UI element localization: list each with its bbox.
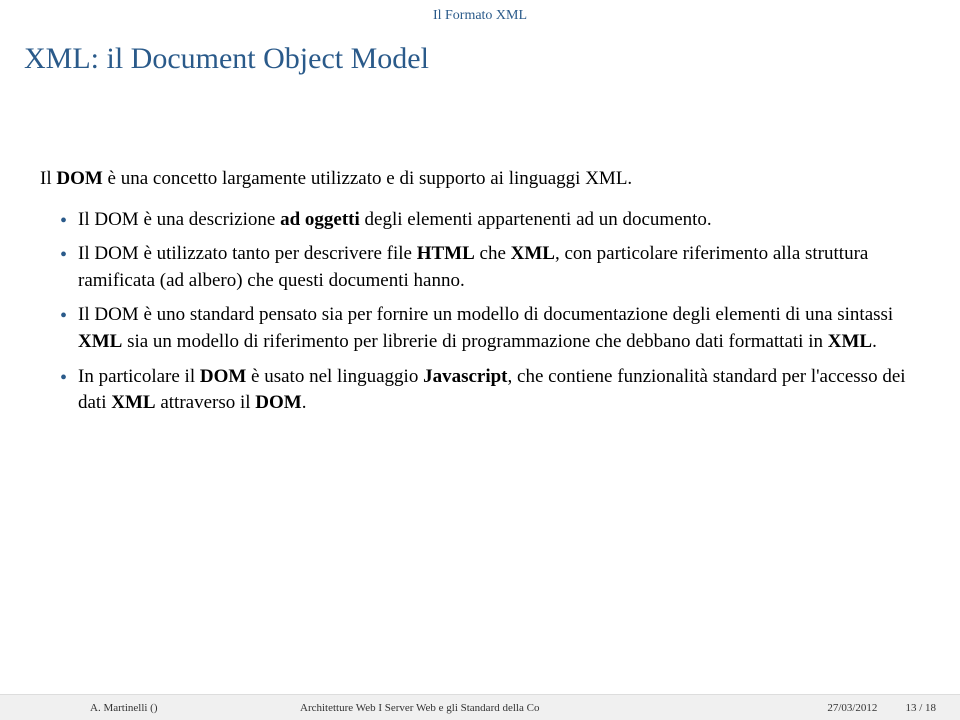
bullet-bold-text: XML xyxy=(828,331,872,352)
footer: A. Martinelli () Architetture Web I Serv… xyxy=(0,694,960,720)
bullet-bold-text: XML xyxy=(78,331,122,352)
bullet-item: In particolare il DOM è usato nel lingua… xyxy=(60,364,920,417)
bullet-text: Il DOM è utilizzato tanto per descrivere… xyxy=(78,243,417,264)
bullet-item: Il DOM è una descrizione ad oggetti degl… xyxy=(60,207,920,234)
bullet-text: . xyxy=(302,392,307,413)
bullet-bold-text: XML xyxy=(111,392,155,413)
footer-page: 13 / 18 xyxy=(905,702,936,714)
bullet-bold-text: Javascript xyxy=(423,366,507,387)
bullet-text: che xyxy=(475,243,511,264)
bullet-text: degli elementi appartenenti ad un docume… xyxy=(360,209,712,230)
footer-date: 27/03/2012 xyxy=(827,702,877,714)
intro-pre: Il xyxy=(40,168,56,189)
footer-title: Architetture Web I Server Web e gli Stan… xyxy=(280,702,827,714)
breadcrumb: Il Formato XML xyxy=(0,0,960,24)
footer-author: A. Martinelli () xyxy=(0,702,280,714)
bullet-item: Il DOM è utilizzato tanto per descrivere… xyxy=(60,241,920,294)
bullet-text: Il DOM è uno standard pensato sia per fo… xyxy=(78,304,893,325)
bullet-bold-text: ad oggetti xyxy=(280,209,360,230)
bullet-text: sia un modello di riferimento per librer… xyxy=(122,331,827,352)
bullet-bold-text: DOM xyxy=(255,392,301,413)
bullet-text: In particolare il xyxy=(78,366,200,387)
slide-content: Il DOM è una concetto largamente utilizz… xyxy=(0,166,960,417)
bullet-bold-text: DOM xyxy=(200,366,246,387)
bullet-text: attraverso il xyxy=(156,392,256,413)
slide-title: XML: il Document Object Model xyxy=(0,24,960,166)
bullet-text: Il DOM è una descrizione xyxy=(78,209,280,230)
intro-bold: DOM xyxy=(56,168,102,189)
bullet-bold-text: XML xyxy=(511,243,555,264)
intro-paragraph: Il DOM è una concetto largamente utilizz… xyxy=(40,166,920,193)
bullet-list: Il DOM è una descrizione ad oggetti degl… xyxy=(40,207,920,417)
bullet-bold-text: HTML xyxy=(417,243,475,264)
bullet-text: è usato nel linguaggio xyxy=(246,366,423,387)
bullet-text: . xyxy=(872,331,877,352)
bullet-item: Il DOM è uno standard pensato sia per fo… xyxy=(60,302,920,355)
intro-post: è una concetto largamente utilizzato e d… xyxy=(103,168,632,189)
